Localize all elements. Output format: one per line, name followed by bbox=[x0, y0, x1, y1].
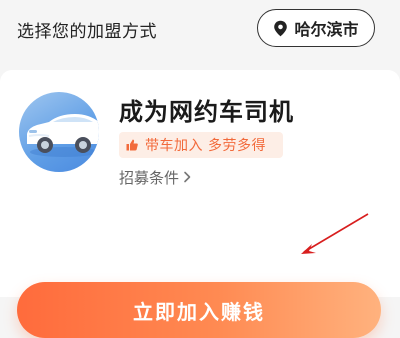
city-selector-button[interactable]: 哈尔滨市 bbox=[257, 9, 375, 47]
chevron-right-icon bbox=[184, 171, 191, 183]
benefit-tag: 带车加入 多劳多得 bbox=[119, 132, 283, 158]
header: 选择您的加盟方式 哈尔滨市 bbox=[0, 0, 400, 62]
city-label: 哈尔滨市 bbox=[294, 20, 359, 39]
join-now-button[interactable]: 立即加入赚钱 bbox=[17, 282, 381, 338]
thumbs-up-icon bbox=[126, 139, 138, 151]
join-now-label: 立即加入赚钱 bbox=[133, 299, 265, 324]
benefit-tag-text: 带车加入 多劳多得 bbox=[145, 138, 266, 154]
requirements-link[interactable]: 招募条件 bbox=[119, 166, 192, 188]
car-avatar bbox=[19, 92, 99, 172]
annotation-arrow bbox=[301, 213, 369, 254]
page-title: 选择您的加盟方式 bbox=[17, 22, 157, 42]
requirements-link-label: 招募条件 bbox=[119, 168, 180, 187]
car-icon bbox=[27, 114, 99, 157]
location-pin-icon bbox=[274, 20, 288, 36]
card-title: 成为网约车司机 bbox=[119, 98, 294, 126]
join-option-card[interactable]: 成为网约车司机 带车加入 多劳多得 招募条件 立即加入赚钱 bbox=[0, 70, 400, 338]
